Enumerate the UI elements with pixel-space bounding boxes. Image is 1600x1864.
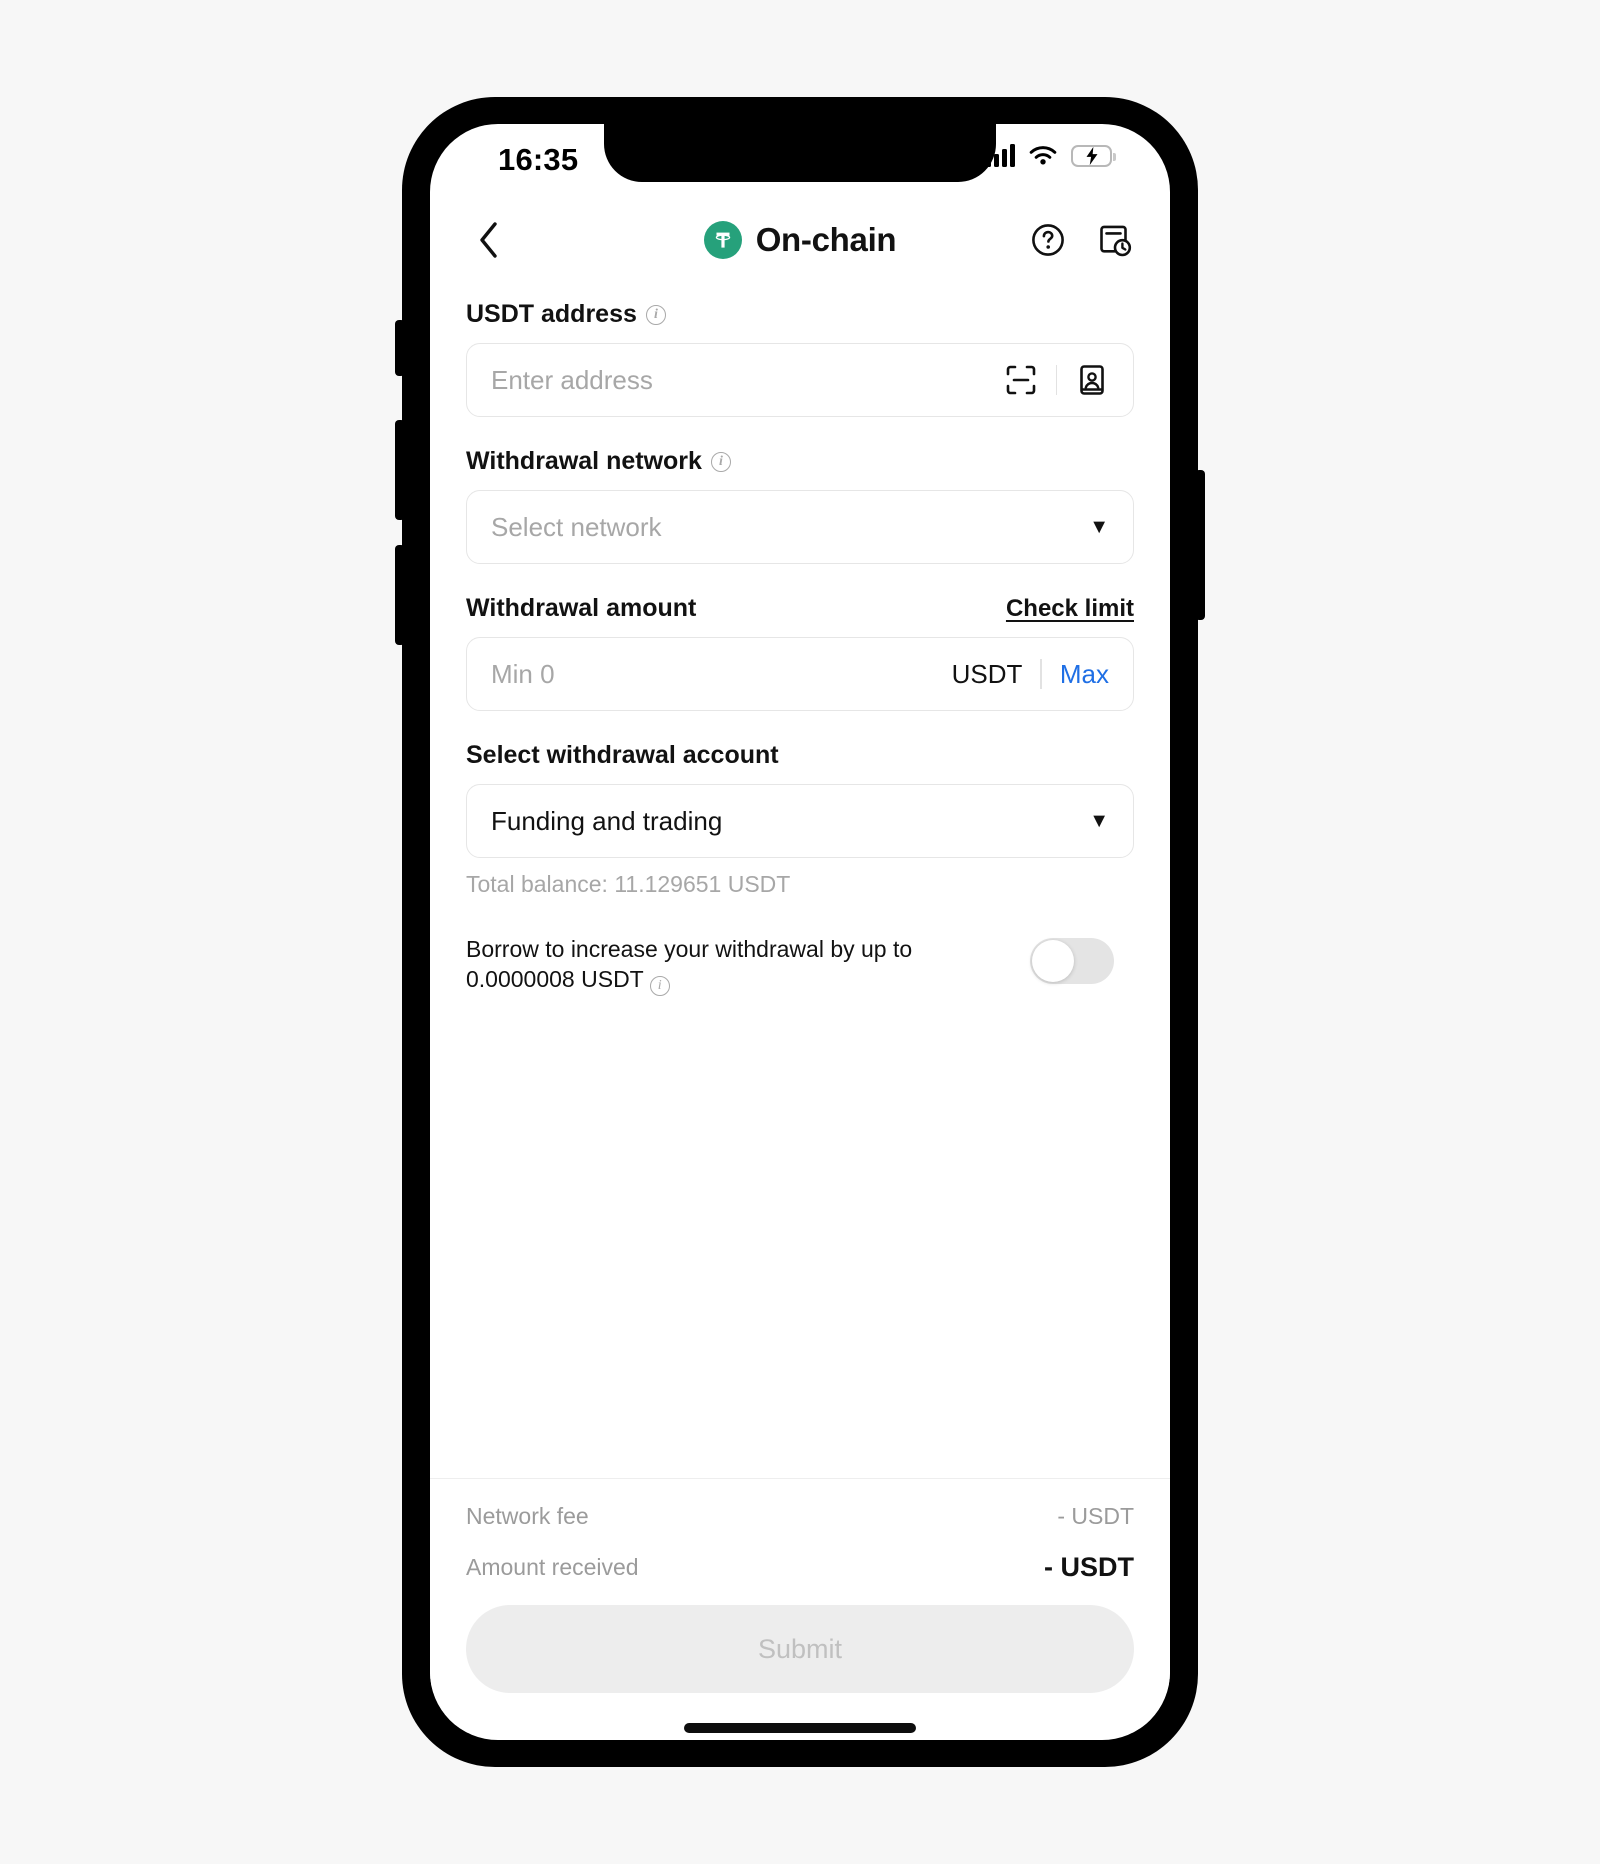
network-fee-row: Network fee - USDT [466,1503,1134,1530]
amount-received-value: - USDT [1044,1552,1134,1582]
input-divider [1055,365,1057,395]
cellular-signal-icon [986,144,1015,167]
borrow-row: Borrow to increase your withdrawal by up… [466,934,1134,997]
summary-footer: Network fee - USDT Amount received - USD… [430,1478,1170,1733]
address-label: USDT address i [466,300,666,329]
amount-input-placeholder: Min 0 [491,658,555,689]
borrow-info-icon[interactable]: i [649,976,670,997]
network-select-placeholder: Select network [491,511,662,542]
address-input[interactable]: Enter address [466,343,1134,417]
network-select[interactable]: Select network ▼ [466,490,1134,564]
amount-divider [1040,659,1042,689]
page-title: On-chain [755,221,897,258]
amount-input-actions: USDT Max [952,659,1109,690]
amount-input[interactable]: Min 0 USDT Max [466,637,1134,711]
account-select-value: Funding and trading [491,805,723,836]
header-actions [1028,220,1134,260]
amount-label-text: Withdrawal amount [466,594,697,622]
status-icons [986,144,1116,167]
chevron-down-icon: ▼ [1089,809,1109,832]
account-label-text: Select withdrawal account [466,741,779,769]
status-bar: 16:35 [430,124,1170,198]
address-input-actions [1004,363,1110,397]
scan-qr-icon[interactable] [1004,363,1038,397]
order-history-button[interactable] [1094,220,1134,260]
borrow-toggle-knob [1032,940,1074,982]
phone-screen: 16:35 On-chain USDT address i Enter addr… [430,124,1170,1740]
withdrawal-form: USDT address i Enter address Withdrawal … [430,282,1170,1478]
app-header: On-chain [430,198,1170,282]
chevron-down-icon: ▼ [1089,515,1109,538]
network-label-row: Withdrawal network i [466,447,1134,476]
phone-mute-switch[interactable] [395,320,405,376]
max-button[interactable]: Max [1060,659,1109,690]
check-limit-link[interactable]: Check limit [1006,595,1134,623]
borrow-description: Borrow to increase your withdrawal by up… [466,934,1006,997]
amount-received-label: Amount received [466,1554,639,1580]
tether-glyph-icon [715,232,730,248]
account-label: Select withdrawal account [466,741,779,770]
phone-volume-up-button[interactable] [395,420,405,520]
address-label-row: USDT address i [466,300,1134,329]
tether-logo-icon [703,221,742,259]
back-button[interactable] [466,218,510,262]
address-input-placeholder: Enter address [491,364,653,395]
wifi-icon [1029,145,1057,164]
home-indicator [684,1723,916,1733]
address-label-text: USDT address [466,300,637,328]
amount-received-row: Amount received - USDT [466,1552,1134,1583]
network-fee-label: Network fee [466,1503,589,1529]
question-circle-icon [1032,224,1064,256]
amount-label: Withdrawal amount [466,594,696,623]
address-info-icon[interactable]: i [645,304,666,325]
battery-charging-icon [1071,144,1116,167]
chevron-left-icon [480,222,497,258]
submit-button[interactable]: Submit [466,1605,1134,1693]
borrow-toggle[interactable] [1030,938,1114,984]
amount-label-row: Withdrawal amount Check limit [466,594,1134,623]
status-time: 16:35 [498,142,579,177]
help-button[interactable] [1028,220,1068,260]
network-info-icon[interactable]: i [710,451,731,472]
screenshot-canvas: 16:35 On-chain USDT address i Enter addr… [0,0,1600,1864]
phone-power-button[interactable] [1195,470,1205,620]
account-label-row: Select withdrawal account [466,741,1134,770]
total-balance-text: Total balance: 11.129651 USDT [466,871,791,897]
network-fee-value: - USDT [1057,1503,1134,1529]
notch [604,124,996,182]
amount-unit: USDT [951,658,1023,689]
phone-volume-down-button[interactable] [395,545,405,645]
charging-bolt-icon [1086,146,1097,165]
address-book-icon[interactable] [1075,363,1109,397]
network-label-text: Withdrawal network [466,447,702,475]
account-select[interactable]: Funding and trading ▼ [466,784,1134,858]
borrow-description-text: Borrow to increase your withdrawal by up… [466,936,913,993]
order-history-icon [1100,225,1132,257]
network-label: Withdrawal network i [466,447,731,476]
